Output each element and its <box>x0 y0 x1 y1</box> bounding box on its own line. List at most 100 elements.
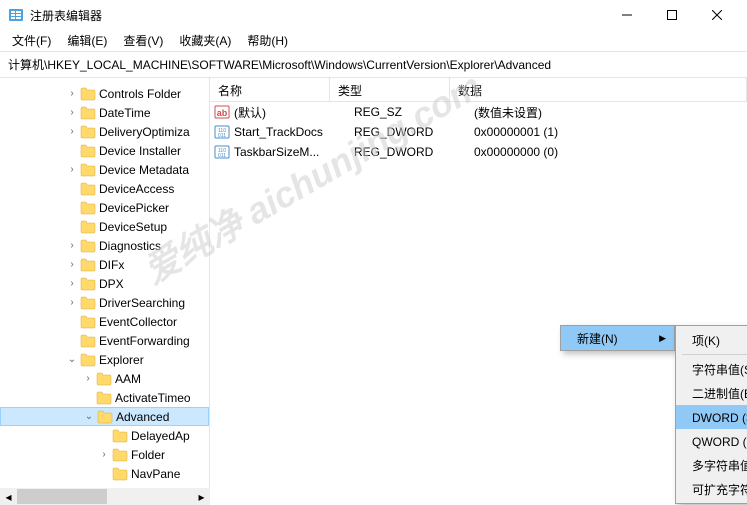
tree-panel[interactable]: ›Controls Folder›DateTime›DeliveryOptimi… <box>0 78 210 488</box>
tree-toggle-icon[interactable]: ⌄ <box>81 411 97 422</box>
tree-toggle-icon[interactable]: › <box>64 297 80 308</box>
menu-help[interactable]: 帮助(H) <box>239 30 296 51</box>
scroll-left-button[interactable]: ◂ <box>0 488 17 505</box>
tree-item-label: DriverSearching <box>99 296 185 310</box>
scrollbar-track[interactable] <box>17 488 193 505</box>
tree-item-label: Device Metadata <box>99 163 189 177</box>
folder-icon <box>80 239 96 253</box>
close-button[interactable] <box>694 0 739 30</box>
list-header: 名称 类型 数据 <box>210 78 747 102</box>
column-header-name[interactable]: 名称 <box>210 78 330 101</box>
tree-item[interactable]: › Folder <box>0 445 209 464</box>
tree-item[interactable]: DeviceSetup <box>0 217 209 236</box>
tree-item-label: Folder <box>131 448 165 462</box>
tree-item[interactable]: › DriverSearching <box>0 293 209 312</box>
string-value-icon: ab <box>214 104 230 120</box>
tree-item[interactable]: › DateTime <box>0 103 209 122</box>
tree-item[interactable]: ›Controls Folder <box>0 84 209 103</box>
tree-toggle-icon[interactable]: › <box>64 278 80 289</box>
tree-toggle-icon[interactable]: › <box>64 107 80 118</box>
binary-value-icon: 110011 <box>214 144 230 160</box>
tree-item-label: DateTime <box>99 106 151 120</box>
tree-item-label: EventForwarding <box>99 334 190 348</box>
menu-edit[interactable]: 编辑(E) <box>59 30 115 51</box>
app-icon <box>8 7 24 23</box>
tree-item[interactable]: ActivateTimeo <box>0 388 209 407</box>
tree-toggle-icon[interactable]: › <box>64 164 80 175</box>
context-menu-new-label: 新建(N) <box>577 330 618 347</box>
folder-icon <box>80 334 96 348</box>
list-panel[interactable]: 名称 类型 数据 ab(默认)REG_SZ(数值未设置)110011Start_… <box>210 78 747 488</box>
tree-toggle-icon[interactable]: › <box>64 88 80 99</box>
folder-icon <box>96 372 112 386</box>
address-bar[interactable]: 计算机\HKEY_LOCAL_MACHINE\SOFTWARE\Microsof… <box>0 52 747 78</box>
submenu-dword[interactable]: DWORD (32 位)值(D) <box>676 405 747 429</box>
tree-item[interactable]: ›DPX <box>0 274 209 293</box>
folder-icon <box>80 315 96 329</box>
svg-text:ab: ab <box>217 108 228 118</box>
tree-item[interactable]: › Diagnostics <box>0 236 209 255</box>
tree-item[interactable]: ⌄ Advanced <box>0 407 209 426</box>
tree-item[interactable]: DevicePicker <box>0 198 209 217</box>
submenu-string[interactable]: 字符串值(S) <box>676 357 747 381</box>
folder-icon <box>96 391 112 405</box>
folder-icon <box>80 106 96 120</box>
scroll-right-button[interactable]: ▸ <box>193 488 210 505</box>
list-row[interactable]: ab(默认)REG_SZ(数值未设置) <box>210 102 747 122</box>
tree-item[interactable]: › AAM <box>0 369 209 388</box>
menu-favorites[interactable]: 收藏夹(A) <box>171 30 239 51</box>
submenu-multistring[interactable]: 多字符串值(M) <box>676 453 747 477</box>
tree-toggle-icon[interactable]: › <box>80 373 96 384</box>
tree-toggle-icon[interactable]: › <box>64 259 80 270</box>
menu-file[interactable]: 文件(F) <box>4 30 59 51</box>
tree-item[interactable]: ⌄Explorer <box>0 350 209 369</box>
tree-item-label: Diagnostics <box>99 239 161 253</box>
submenu-qword[interactable]: QWORD (64 位)值(Q) <box>676 429 747 453</box>
tree-item[interactable]: › DIFx <box>0 255 209 274</box>
tree-toggle-icon[interactable]: ⌄ <box>64 354 80 365</box>
tree-item[interactable]: EventCollector <box>0 312 209 331</box>
folder-icon <box>80 258 96 272</box>
submenu-binary[interactable]: 二进制值(B) <box>676 381 747 405</box>
tree-toggle-icon[interactable]: › <box>64 126 80 137</box>
tree-item-label: EventCollector <box>99 315 177 329</box>
tree-item[interactable]: › Device Metadata <box>0 160 209 179</box>
tree-item[interactable]: › DeliveryOptimiza <box>0 122 209 141</box>
tree-item[interactable]: NavPane <box>0 464 209 483</box>
list-row[interactable]: 110011Start_TrackDocsREG_DWORD0x00000001… <box>210 122 747 142</box>
titlebar: 注册表编辑器 <box>0 0 747 30</box>
folder-icon <box>80 182 96 196</box>
main-area: ›Controls Folder›DateTime›DeliveryOptimi… <box>0 78 747 488</box>
tree-toggle-icon[interactable]: › <box>96 449 112 460</box>
scrollbar-thumb[interactable] <box>17 489 107 504</box>
folder-icon <box>80 296 96 310</box>
tree-item[interactable]: EventForwarding <box>0 331 209 350</box>
maximize-button[interactable] <box>649 0 694 30</box>
column-header-data[interactable]: 数据 <box>450 78 747 101</box>
folder-icon <box>97 410 113 424</box>
submenu-key[interactable]: 项(K) <box>676 328 747 352</box>
tree-item[interactable]: DeviceAccess <box>0 179 209 198</box>
context-menu-new[interactable]: 新建(N) ▶ <box>561 326 674 350</box>
tree-item-label: AAM <box>115 372 141 386</box>
folder-icon <box>80 277 96 291</box>
tree-item-label: Advanced <box>116 410 169 424</box>
tree-item[interactable]: DelayedAp <box>0 426 209 445</box>
tree-item-label: DeliveryOptimiza <box>99 125 190 139</box>
submenu-expandstring[interactable]: 可扩充字符串值(E) <box>676 477 747 501</box>
tree-item-label: NavPane <box>131 467 180 481</box>
tree-item-label: DIFx <box>99 258 124 272</box>
tree-item[interactable]: Device Installer <box>0 141 209 160</box>
menu-view[interactable]: 查看(V) <box>115 30 171 51</box>
value-data: (数值未设置) <box>466 104 747 121</box>
tree-toggle-icon[interactable]: › <box>64 240 80 251</box>
column-header-type[interactable]: 类型 <box>330 78 450 101</box>
list-row[interactable]: 110011TaskbarSizeM...REG_DWORD0x00000000… <box>210 142 747 162</box>
folder-icon <box>80 87 96 101</box>
horizontal-scrollbar[interactable]: ◂ ▸ <box>0 488 210 505</box>
minimize-button[interactable] <box>604 0 649 30</box>
value-name: (默认) <box>234 104 346 121</box>
value-type: REG_DWORD <box>346 145 466 159</box>
binary-value-icon: 110011 <box>214 124 230 140</box>
window-controls <box>604 0 739 30</box>
